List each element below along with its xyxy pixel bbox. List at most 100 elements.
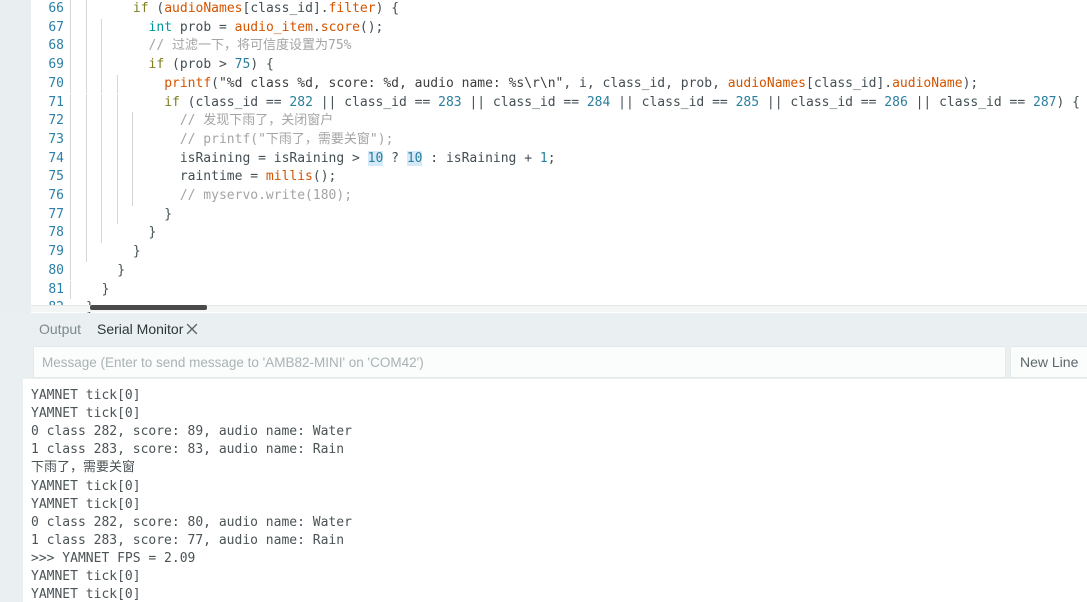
indent-guide [101, 205, 103, 225]
code-line[interactable]: 68 // 过滤一下，将可信度设置为75% [0, 37, 1087, 57]
code-text: raintime = millis(); [179, 169, 337, 185]
indent-guide [132, 168, 134, 187]
code-line[interactable]: 78} [0, 224, 1087, 244]
code-text: if (prob > 75) { [148, 57, 274, 73]
code-line[interactable]: 72 // 发现下雨了，关闭窗户 [0, 112, 1087, 131]
tab-serial-monitor[interactable]: Serial Monitor [97, 313, 183, 345]
indent-guide [132, 130, 134, 150]
indent-guide [116, 168, 118, 187]
code-line[interactable]: 77} [0, 205, 1087, 225]
indent-guide [85, 149, 87, 169]
code-line[interactable]: 71 if (class_id == 282 || class_id == 283… [0, 93, 1087, 113]
indent-guide [85, 224, 87, 244]
editor-horizontal-scrollbar-thumb[interactable] [90, 305, 207, 310]
indent-guide [70, 74, 71, 94]
code-lines-container[interactable]: 66 if (audioNames[class_id].filter) { 67 in… [0, 0, 1087, 313]
indent-guide [101, 168, 103, 187]
indent-guide [70, 243, 71, 262]
code-line[interactable]: 74 isRaining = isRaining > 10 ? 10 : isRa… [0, 149, 1087, 169]
console-left-margin-strip [0, 379, 23, 602]
indent-guide [116, 112, 118, 131]
line-number: 77 [48, 206, 64, 222]
code-text: } [117, 262, 126, 278]
indent-guide [85, 205, 87, 225]
console-line: YAMNET tick[0] [31, 587, 141, 602]
indent-guide [116, 93, 118, 113]
close-icon[interactable] [185, 322, 199, 336]
code-line[interactable]: 69 if (prob > 75) { [0, 56, 1087, 75]
bottom-panel: Output Serial Monitor New Line YAMNET ti… [0, 313, 1087, 602]
code-line[interactable]: 73 // printf("下雨了，需要关窗"); [0, 130, 1087, 150]
code-text: } [132, 244, 141, 260]
indent-guide [101, 112, 103, 131]
line-number: 81 [48, 281, 64, 297]
line-number: 67 [48, 19, 64, 35]
indent-guide [70, 56, 71, 75]
indent-guide [85, 243, 87, 262]
indent-guide [116, 187, 118, 206]
tab-output[interactable]: Output [39, 313, 81, 345]
indent-guide [85, 112, 87, 131]
line-number: 80 [48, 262, 64, 278]
indent-guide [85, 56, 87, 75]
console-line: >>> YAMNET FPS = 2.09 [31, 550, 196, 566]
code-text: } [148, 225, 157, 241]
indent-guide [70, 261, 71, 281]
code-line[interactable]: 79} [0, 243, 1087, 262]
indent-guide [101, 93, 103, 113]
code-line[interactable]: 70 printf("%d class %d, score: %d, audio … [0, 74, 1087, 94]
code-text: printf("%d class %d, score: %d, audio na… [164, 75, 979, 91]
serial-monitor-output[interactable]: YAMNET tick[0] YAMNET tick[0] 0 class 282,… [23, 379, 1087, 602]
code-line[interactable]: 67 int prob = audio_item.score(); [0, 18, 1087, 38]
indent-guide [85, 74, 87, 94]
line-number: 70 [48, 75, 64, 91]
indent-guide [70, 224, 71, 244]
console-line: 0 class 282, score: 80, audio name: Wate… [31, 514, 352, 530]
code-text: if (audioNames[class_id].filter) { [132, 1, 400, 16]
indent-guide [70, 130, 71, 150]
console-line: 0 class 282, score: 89, audio name: Wate… [31, 424, 352, 440]
indent-guide [70, 93, 71, 113]
code-line[interactable]: 75 raintime = millis(); [0, 168, 1087, 187]
indent-guide [101, 18, 103, 38]
indent-guide [70, 187, 71, 206]
indent-guide [101, 74, 103, 94]
line-number: 75 [48, 169, 64, 185]
indent-guide [70, 112, 71, 131]
line-number: 78 [48, 225, 64, 241]
indent-guide [101, 130, 103, 150]
indent-guide [85, 93, 87, 113]
indent-guide [101, 149, 103, 169]
line-number: 76 [48, 188, 64, 203]
code-text: // 过滤一下，将可信度设置为75% [148, 38, 352, 54]
indent-guide [116, 205, 118, 225]
message-row: New Line [0, 346, 1087, 378]
code-line[interactable]: 80} [0, 261, 1087, 281]
code-line[interactable]: 76 // myservo.write(180); [0, 187, 1087, 206]
serial-message-input[interactable] [33, 346, 1006, 378]
code-text: isRaining = isRaining > 10 ? 10 : isRain… [179, 150, 556, 166]
indent-guide [85, 37, 87, 57]
indent-guide [70, 149, 71, 169]
code-text: // printf("下雨了，需要关窗"); [179, 131, 394, 147]
panel-tab-bar: Output Serial Monitor [0, 313, 1087, 345]
line-number: 74 [48, 150, 64, 166]
code-text: // myservo.write(180); [179, 188, 353, 203]
code-line[interactable]: 66 if (audioNames[class_id].filter) { [0, 0, 1087, 19]
console-line: YAMNET tick[0] [31, 496, 141, 512]
line-number: 66 [48, 1, 64, 16]
indent-guide [101, 224, 103, 244]
console-line: 1 class 283, score: 77, audio name: Rain [31, 532, 345, 548]
line-ending-dropdown[interactable]: New Line [1010, 346, 1087, 378]
indent-guide [70, 0, 71, 19]
code-editor[interactable]: 66 if (audioNames[class_id].filter) { 67 in… [0, 0, 1087, 313]
indent-guide [70, 168, 71, 187]
code-line[interactable]: 81} [0, 280, 1087, 300]
indent-guide [116, 130, 118, 150]
line-number: 73 [48, 131, 64, 147]
indent-guide [101, 56, 103, 75]
indent-guide [85, 0, 87, 19]
indent-guide [116, 149, 118, 169]
indent-guide [101, 187, 103, 206]
line-number: 72 [48, 113, 64, 129]
